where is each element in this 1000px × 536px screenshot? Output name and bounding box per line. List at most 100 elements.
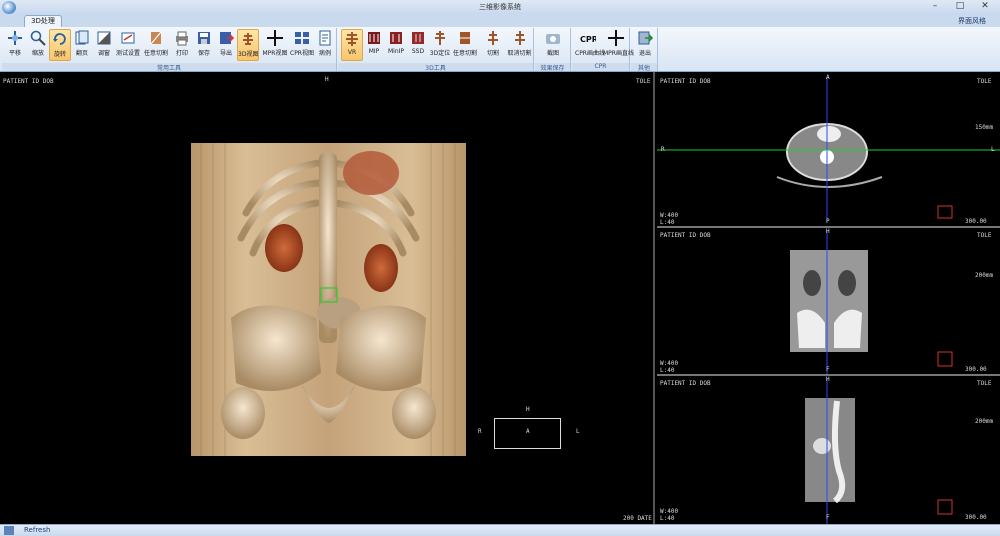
axial-image[interactable] xyxy=(657,72,1000,228)
view-3d-label: 3D视图 xyxy=(238,51,259,58)
vr-icon xyxy=(346,32,358,46)
minip-button[interactable]: MinIP xyxy=(385,29,407,61)
left-ilium xyxy=(336,305,426,391)
status-bar: Refresh xyxy=(0,524,1000,536)
minip-label: MinIP xyxy=(387,48,405,55)
export-icon xyxy=(220,32,234,44)
right-femur-head xyxy=(221,387,265,439)
save-label: 保存 xyxy=(197,50,210,57)
export-label: 导出 xyxy=(219,50,232,57)
close-button[interactable]: ✕ xyxy=(976,0,994,12)
mip-label: MIP xyxy=(368,48,380,55)
screenshot-button[interactable]: 截图 xyxy=(542,29,564,61)
free-cut-label: 任意切割 xyxy=(143,50,168,57)
sagittal-orientation-icon xyxy=(937,499,953,515)
axial-window-level: W:400 L:40 xyxy=(660,212,679,226)
tab-3d-processing[interactable]: 3D处理 xyxy=(24,15,62,27)
minip-icon xyxy=(390,32,402,44)
title-bar: 三维影像系统 – □ ✕ xyxy=(0,0,1000,14)
vr-label: VR xyxy=(347,49,357,56)
page-button[interactable]: 翻页 xyxy=(71,29,93,61)
skeleton-3d-icon xyxy=(243,33,253,45)
exit-button[interactable]: 退出 xyxy=(634,29,656,61)
coronal-bottom: F xyxy=(826,366,830,373)
ribbon: 常用工具 3D工具 效果保存 CPR 其他 平移 缩放 旋转 翻页 调窗 测试设… xyxy=(0,27,1000,72)
window-level-button[interactable]: 调窗 xyxy=(93,29,115,61)
window-title: 三维影像系统 xyxy=(479,3,521,11)
cancel-cut-label: 取消切割 xyxy=(507,50,532,57)
rotate-button[interactable]: 旋转 xyxy=(49,29,71,61)
patient-info-3d: PATIENT ID DOB xyxy=(3,78,54,85)
volume-rendering[interactable] xyxy=(191,143,466,456)
case-button[interactable]: 病例 xyxy=(314,29,336,61)
corner-3d: 200 DATE xyxy=(623,515,652,522)
group-label-3d: 3D工具 xyxy=(338,63,533,72)
viewport-axial[interactable]: PATIENT ID DOB TOLE 150mm A R L P W:400 … xyxy=(657,72,1000,228)
svg-text:CPR: CPR xyxy=(580,35,596,44)
cpr-curve-label: CPR画曲线 xyxy=(575,50,605,57)
cpr-curve-button[interactable]: CPR CPR画曲线 xyxy=(575,29,605,61)
orient-left: R xyxy=(478,428,482,435)
axial-top: A xyxy=(826,74,830,81)
axial-organ xyxy=(817,126,841,142)
coronal-image[interactable] xyxy=(657,228,1000,374)
locate-3d-button[interactable]: 3D定位 xyxy=(429,29,451,61)
cut-button[interactable]: 切割 xyxy=(482,29,504,61)
right-kidney xyxy=(265,224,303,272)
zoom-button[interactable]: 缩放 xyxy=(27,29,49,61)
layout-style-menu[interactable]: 界面风格 xyxy=(958,16,986,26)
coronal-kidney-r xyxy=(803,270,821,296)
print-button[interactable]: 打印 xyxy=(171,29,193,61)
ribbon-tab-row: 3D处理 界面风格 xyxy=(0,14,1000,27)
view-mpr-button[interactable]: MPR视图 xyxy=(262,29,288,61)
sagittal-corner: 300.00 xyxy=(965,514,987,521)
ssd-icon xyxy=(412,32,424,44)
axial-right: L xyxy=(991,146,995,153)
save-button[interactable]: 保存 xyxy=(193,29,215,61)
window-level-label: 调窗 xyxy=(97,50,110,57)
screenshot-label: 截图 xyxy=(546,50,559,57)
left-femur-head xyxy=(392,387,436,439)
coronal-corner: 300.00 xyxy=(965,366,987,373)
crosshair-icon xyxy=(267,30,283,46)
test-settings-button[interactable]: 测试设置 xyxy=(115,29,141,61)
ssd-label: SSD xyxy=(411,48,425,55)
viewport-sagittal[interactable]: PATIENT ID DOB TOLE 200mm H F W:400 L:40… xyxy=(657,376,1000,524)
sagittal-window-level: W:400 L:40 xyxy=(660,508,679,522)
group-label-effect: 效果保存 xyxy=(535,63,570,72)
ssd-button[interactable]: SSD xyxy=(407,29,429,61)
cut-label: 切割 xyxy=(486,50,499,57)
scissor-icon xyxy=(488,31,498,45)
status-grid-icon[interactable] xyxy=(4,526,14,535)
mpr-line-button[interactable]: MPR画直线 xyxy=(603,29,634,61)
coronal-window-level: W:400 L:40 xyxy=(660,360,679,374)
vr-button[interactable]: VR xyxy=(341,29,363,61)
pan-button[interactable]: 平移 xyxy=(4,29,26,61)
test-settings-label: 测试设置 xyxy=(115,50,140,57)
export-button[interactable]: 导出 xyxy=(215,29,237,61)
locate-3d-label: 3D定位 xyxy=(429,50,451,57)
view-cpr-button[interactable]: CPR视图 xyxy=(289,29,315,61)
view-3d-button[interactable]: 3D视图 xyxy=(237,29,259,61)
zoom-icon xyxy=(30,30,46,46)
maximize-button[interactable]: □ xyxy=(951,0,969,12)
axial-bottom: P xyxy=(826,218,830,225)
viewport-coronal[interactable]: PATIENT ID DOB TOLE 200mm H F W:400 L:40… xyxy=(657,228,1000,376)
refresh-button[interactable]: Refresh xyxy=(24,526,50,534)
window-level-icon xyxy=(97,31,111,45)
sagittal-top: H xyxy=(826,376,830,383)
free-cut-button[interactable]: 任意切割 xyxy=(143,29,169,61)
viewport-3d[interactable]: PATIENT ID DOB H TOLE 200 DATE H R A L xyxy=(0,72,655,524)
mip-button[interactable]: MIP xyxy=(363,29,385,61)
free-cut-3d-button[interactable]: 任意切割 xyxy=(451,29,479,61)
sagittal-image[interactable] xyxy=(657,376,1000,524)
group-label-common: 常用工具 xyxy=(2,63,336,72)
measure-icon xyxy=(121,32,135,44)
cancel-cut-button[interactable]: 取消切割 xyxy=(506,29,533,61)
page-icon xyxy=(75,30,89,45)
cpr-grid-icon xyxy=(295,32,309,44)
page-label: 翻页 xyxy=(75,50,88,57)
sagittal-organ xyxy=(813,438,831,454)
locate-3d-icon xyxy=(435,31,445,45)
minimize-button[interactable]: – xyxy=(926,0,944,12)
